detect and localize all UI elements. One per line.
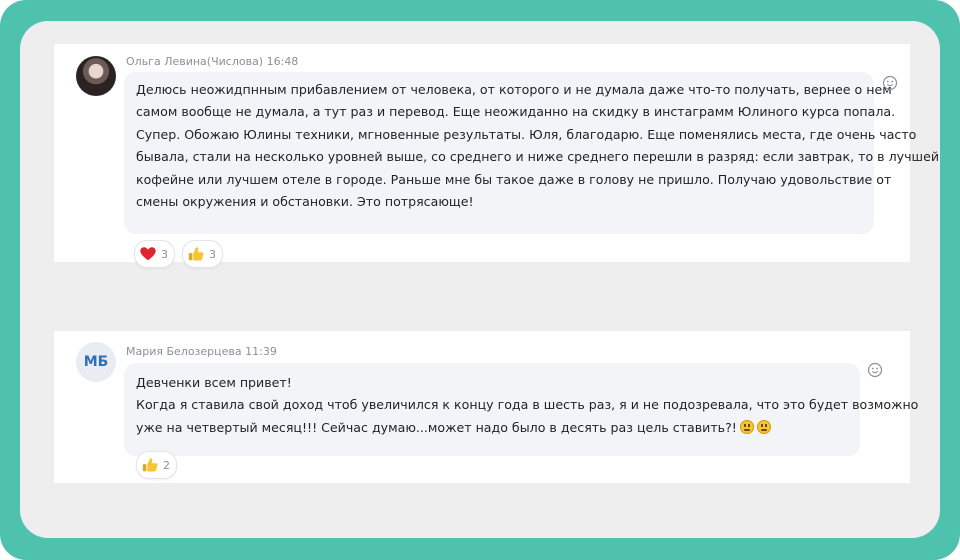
reaction-heart[interactable]: 3 (134, 240, 175, 268)
message-line: Когда я ставила свой доход чтоб увеличил… (136, 397, 919, 413)
message-bubble: Делюсь неожидпнным прибавлением от челов… (124, 72, 939, 234)
message-bubble: Девченки всем привет! Когда я ставила св… (124, 363, 918, 456)
message-time: 11:39 (245, 345, 277, 358)
message-time: 16:48 (266, 55, 299, 68)
chat-feed: Ольга Левина(Числова) 16:48 Делюсь неожи… (20, 21, 940, 538)
avatar[interactable]: МБ (76, 342, 116, 382)
reaction-thumbs-up[interactable]: 3 (182, 240, 223, 268)
add-reaction-icon[interactable] (866, 361, 884, 379)
message-line: Супер. Обожаю Юлины техники, мгновенные … (136, 126, 917, 142)
message-line: Девченки всем привет! (136, 375, 292, 390)
message-meta: Ольга Левина(Числова) 16:48 (126, 55, 298, 68)
message-line-with-emoji: уже на четвертый месяц!!! Сейчас думаю..… (136, 417, 918, 439)
reaction-thumbs-up[interactable]: 2 (136, 451, 177, 479)
avatar[interactable] (76, 56, 116, 96)
author-name[interactable]: Мария Белозерцева (126, 345, 242, 358)
reaction-count: 3 (209, 247, 216, 261)
message-meta: Мария Белозерцева 11:39 (126, 345, 277, 358)
thumbs-up-icon (142, 458, 158, 472)
grinning-squinting-face-icon (756, 419, 771, 434)
author-name[interactable]: Ольга Левина(Числова) (126, 55, 263, 68)
reaction-count: 3 (161, 247, 168, 261)
message-line: бывала, стали на несколько уровней выше,… (136, 149, 939, 165)
message-card: Ольга Левина(Числова) 16:48 Делюсь неожи… (54, 44, 939, 268)
reaction-count: 2 (163, 458, 170, 472)
message-line: кофейне или лучшем отеле в городе. Раньш… (136, 171, 892, 187)
message-line: смены окружения и обстановки. Это потряс… (136, 194, 474, 210)
add-reaction-icon[interactable] (881, 74, 899, 92)
message-line: самом вообще не думала, а тут раз и пере… (136, 104, 896, 120)
message-card: МБ Мария Белозерцева 11:39 Девченки всем… (54, 331, 918, 483)
message-line: Делюсь неожидпнным прибавлением от челов… (136, 82, 892, 97)
screenshot-frame: Ольга Левина(Числова) 16:48 Делюсь неожи… (0, 0, 960, 560)
message-line: уже на четвертый месяц!!! Сейчас думаю..… (136, 419, 737, 435)
message-text: Девченки всем привет! Когда я ставила св… (136, 372, 918, 439)
message-text: Делюсь неожидпнным прибавлением от челов… (136, 79, 939, 213)
thinking-face-icon (739, 419, 754, 434)
heart-icon (140, 247, 156, 261)
thumbs-up-icon (188, 247, 204, 261)
